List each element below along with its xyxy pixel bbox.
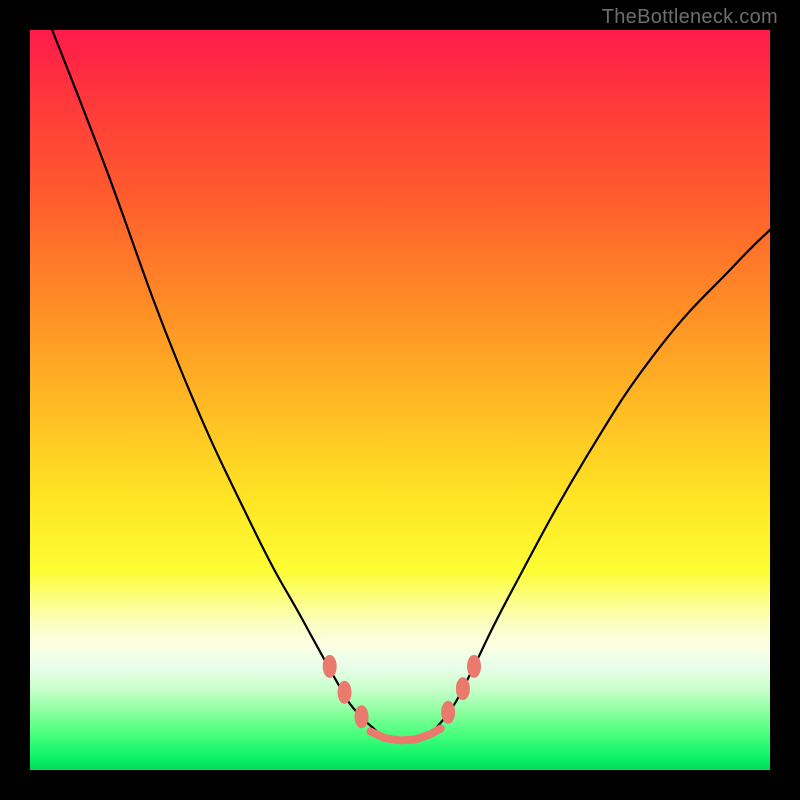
plot-area	[30, 30, 770, 770]
valley-markers	[323, 655, 480, 727]
valley-marker	[456, 678, 469, 700]
valley-marker	[323, 655, 336, 677]
bottleneck-curve	[52, 30, 770, 741]
valley-marker	[338, 681, 351, 703]
valley-marker-track	[370, 729, 440, 741]
bottleneck-chart	[30, 30, 770, 770]
valley-marker	[468, 655, 481, 677]
valley-marker	[355, 706, 368, 728]
watermark-text: TheBottleneck.com	[602, 6, 778, 29]
valley-marker	[442, 701, 455, 723]
chart-frame: TheBottleneck.com	[0, 0, 800, 800]
